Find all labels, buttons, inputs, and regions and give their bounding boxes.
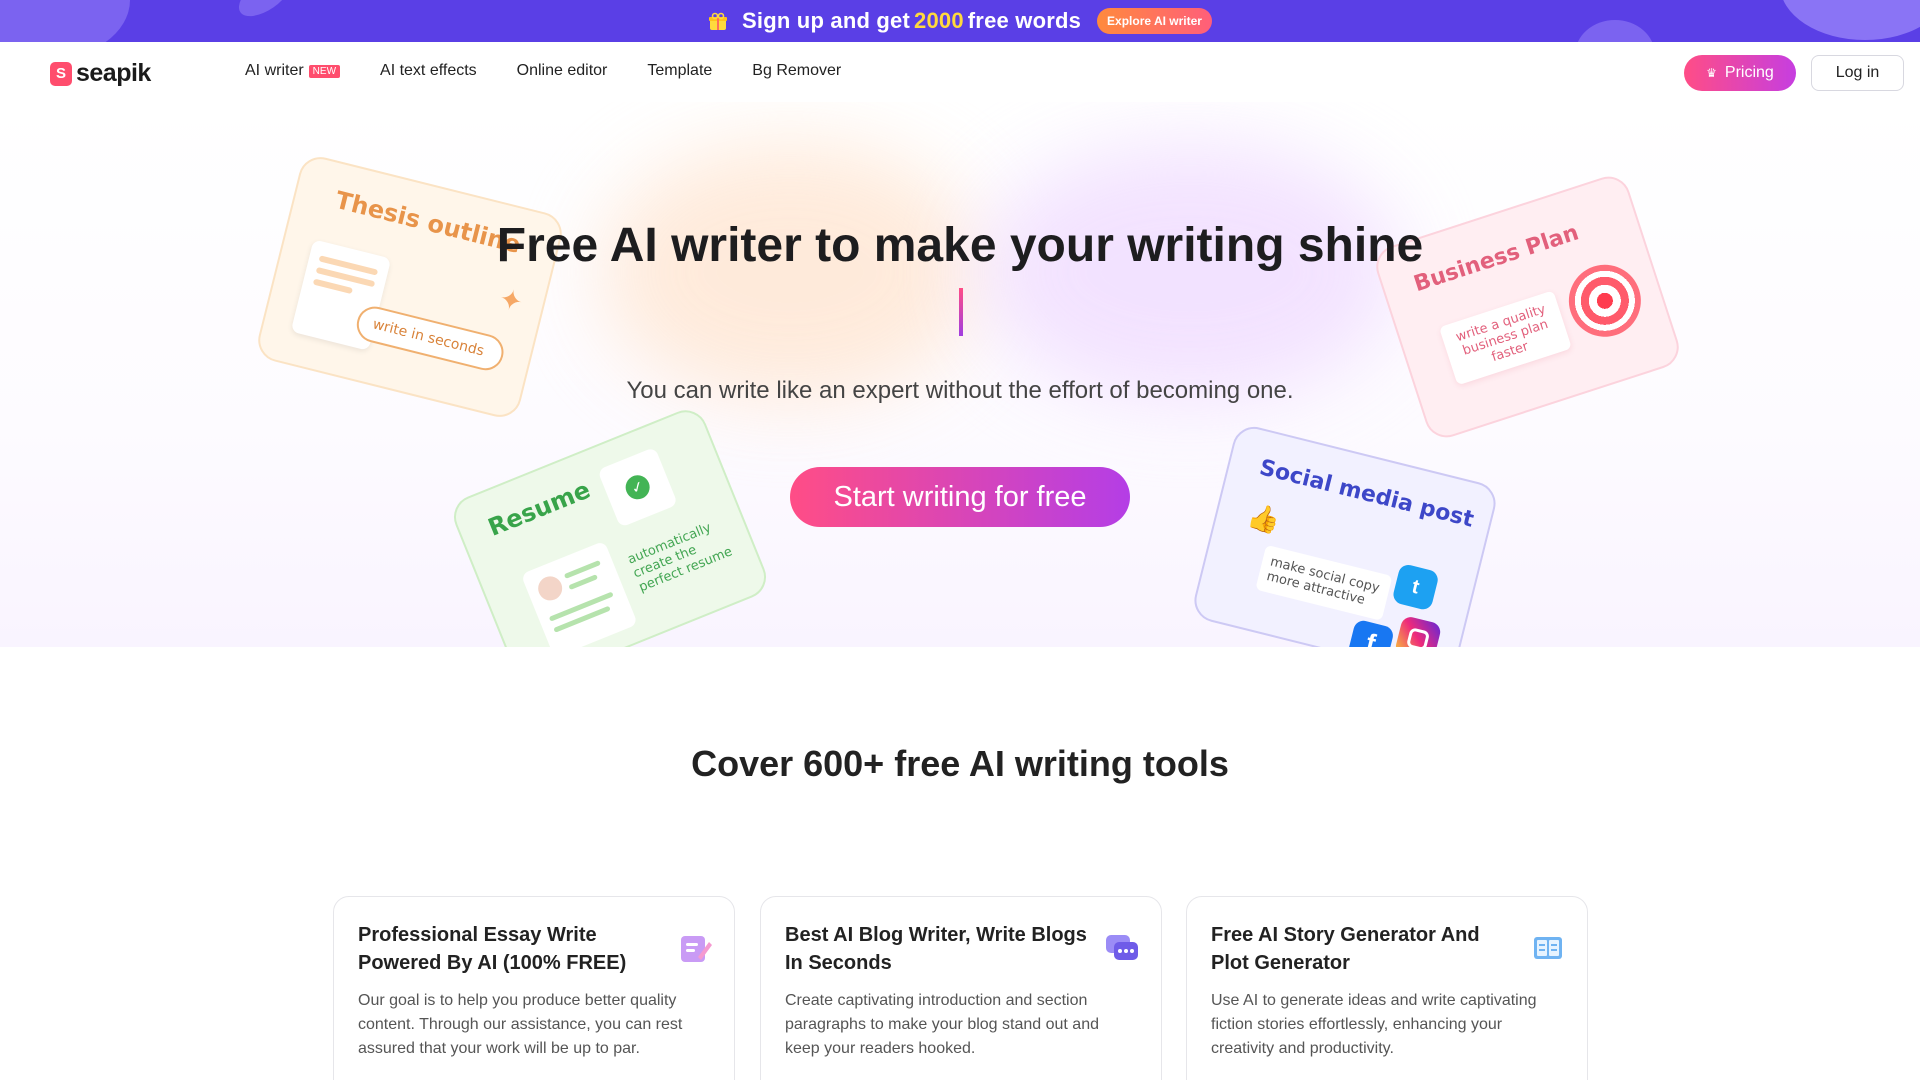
banner-decoration [231,0,299,25]
open-book-icon [1531,931,1565,965]
tools-heading: Cover 600+ free AI writing tools [691,743,1229,784]
chat-bubbles-icon [1105,931,1139,965]
tool-card-essay[interactable]: Professional Essay Write Powered By AI (… [333,896,735,1080]
thumbs-up-icon: 👍 [1244,499,1284,537]
hero-subtitle: You can write like an expert without the… [626,377,1294,404]
main-menu: AI writer NEW AI text effects Online edit… [245,62,881,80]
facebook-icon: f [1346,618,1396,647]
tool-card-title: Best AI Blog Writer, Write Blogs In Seco… [785,924,1087,974]
logo[interactable]: S seapik [50,59,151,88]
instagram-icon [1393,615,1443,647]
logo-icon: S [50,61,72,86]
login-button[interactable]: Log in [1811,55,1904,91]
hero-title: Free AI writer to make your writing shin… [496,219,1424,272]
check-card-icon: ✓ [597,446,679,528]
logo-text: seapik [76,59,151,87]
explore-ai-writer-button[interactable]: Explore AI writer [1097,8,1212,34]
business-plan-note: write a quality business plan faster [1438,290,1572,386]
social-media-note: make social copy more attractive [1255,544,1393,621]
gift-icon [708,12,728,30]
resume-note: automatically create the perfect resume [625,520,735,596]
resume-card: Resume ✓ automatically create the perfec… [447,403,773,647]
essay-pen-icon [678,931,712,965]
twitter-icon: t [1391,562,1440,612]
social-media-post-card: Social media post 👍 make social copy mor… [1189,422,1501,647]
text-cursor [959,288,963,336]
new-badge: NEW [308,64,341,78]
nav-item-ai-text-effects[interactable]: AI text effects [380,62,477,80]
hero-section: Thesis outline write in seconds ✦ Busine… [0,102,1920,647]
tool-card-description: Our goal is to help you produce better q… [358,992,683,1057]
tool-card-story[interactable]: Free AI Story Generator And Plot Generat… [1186,896,1588,1080]
tool-card-description: Create captivating introduction and sect… [785,992,1099,1057]
social-media-post-title: Social media post [1256,455,1477,533]
nav-item-template[interactable]: Template [647,62,712,80]
tool-card-title: Free AI Story Generator And Plot Generat… [1211,924,1480,974]
banner-decoration [0,0,130,42]
resume-document-illustration [520,540,638,647]
promo-banner[interactable]: Sign up and get 2000 free words Explore AI… [0,0,1920,42]
crown-icon: ♛ [1706,66,1717,80]
banner-decoration [1780,0,1920,40]
start-writing-button[interactable]: Start writing for free [790,467,1130,527]
resume-title: Resume [484,475,595,542]
tool-card-description: Use AI to generate ideas and write capti… [1211,992,1537,1057]
banner-decoration [1575,20,1655,42]
pricing-button[interactable]: ♛ Pricing [1684,55,1796,91]
top-nav: S seapik AI writer NEW AI text effects On… [0,42,1920,102]
tool-card-blog[interactable]: Best AI Blog Writer, Write Blogs In Seco… [760,896,1162,1080]
thesis-outline-note: write in seconds [353,302,508,375]
nav-item-ai-writer[interactable]: AI writer NEW [245,62,341,80]
promo-text: Sign up and get 2000 free words [742,8,1082,33]
star-icon: ✦ [495,282,527,319]
nav-item-bg-remover[interactable]: Bg Remover [752,62,841,80]
nav-item-online-editor[interactable]: Online editor [517,62,608,80]
tool-card-title: Professional Essay Write Powered By AI (… [358,924,627,974]
